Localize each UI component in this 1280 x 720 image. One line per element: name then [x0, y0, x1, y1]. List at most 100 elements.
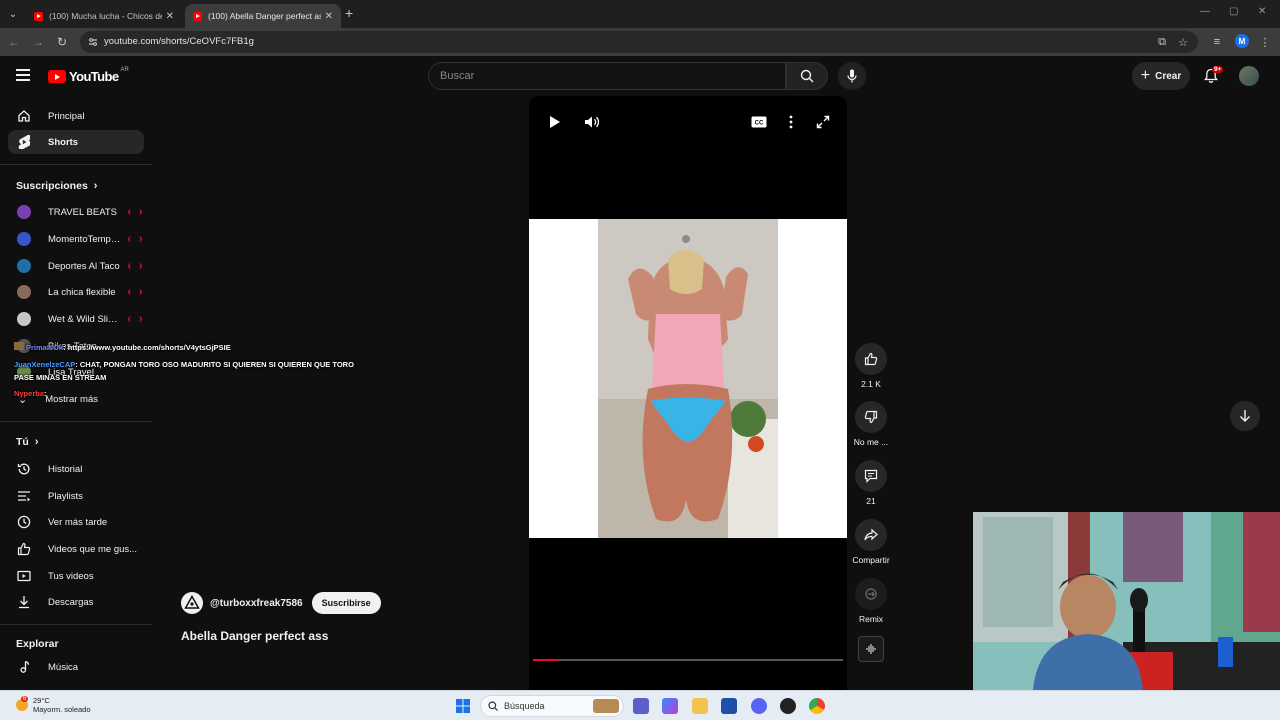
sidebar-item-label: Principal — [48, 110, 85, 122]
webcam-image — [973, 512, 1280, 690]
browser-toolbar: ← → ↻ youtube.com/shorts/CeOVFc7FB1g ⧉ ☆… — [0, 28, 1280, 56]
channel-avatar — [17, 259, 31, 273]
site-info-icon[interactable] — [88, 37, 98, 47]
sidebar-item-historial[interactable]: Historial — [8, 457, 144, 481]
sidebar-item-ver-mas-tarde[interactable]: Ver más tarde — [8, 510, 144, 534]
video-progress-fill — [533, 659, 558, 661]
windows-start-icon[interactable] — [455, 698, 471, 714]
install-app-icon[interactable]: ⧉ — [1155, 35, 1169, 49]
short-title: Abella Danger perfect ass — [181, 629, 329, 643]
forward-icon[interactable]: → — [30, 34, 46, 50]
live-indicator-icon — [128, 289, 142, 295]
chat-username: PrimaIsOk — [26, 343, 64, 352]
search-input[interactable]: Buscar — [428, 62, 786, 90]
remix-button[interactable]: Remix — [850, 578, 892, 624]
channel-avatar[interactable] — [181, 592, 203, 614]
sidebar-item-tus-videos[interactable]: Tus videos — [8, 564, 144, 588]
search-button[interactable] — [786, 62, 828, 90]
new-tab-icon[interactable]: + — [345, 5, 353, 21]
media-control-icon[interactable]: ≡ — [1210, 35, 1224, 49]
copilot-icon[interactable] — [662, 698, 678, 714]
user-avatar[interactable] — [1239, 66, 1259, 86]
address-bar[interactable]: youtube.com/shorts/CeOVFc7FB1g — [80, 31, 1198, 53]
captions-button[interactable]: CC — [750, 113, 768, 131]
video-frame[interactable] — [529, 219, 847, 538]
more-options-button[interactable] — [782, 113, 800, 131]
next-short-button[interactable] — [1230, 401, 1260, 431]
create-label: Crear — [1155, 70, 1182, 82]
weather-widget[interactable]: 6 29°C Mayorm. soleado — [16, 696, 91, 714]
browser-tab-1[interactable]: (100) Mucha lucha - Chicos de ✕ — [26, 4, 182, 28]
sidebar-item-label: Ver más tarde — [48, 516, 108, 528]
teams-icon[interactable] — [633, 698, 649, 714]
search-placeholder: Buscar — [440, 70, 475, 82]
maximize-icon[interactable]: ▢ — [1229, 6, 1238, 17]
reload-icon[interactable]: ↻ — [54, 34, 70, 50]
comments-button[interactable]: 21 — [850, 460, 892, 506]
channel-name: La chica flexible — [48, 286, 116, 298]
sidebar-item-label: Tus videos — [48, 570, 94, 582]
video-progress-bar[interactable] — [533, 659, 843, 661]
file-explorer-icon[interactable] — [692, 698, 708, 714]
sidebar-item-principal[interactable]: Principal — [8, 104, 144, 128]
share-button[interactable]: Compartir — [850, 519, 892, 565]
fullscreen-button[interactable] — [814, 113, 832, 131]
close-tab-icon[interactable]: ✕ — [325, 11, 333, 22]
channel-name: TRAVEL BEATS — [48, 206, 117, 218]
create-button[interactable]: + Crear — [1132, 62, 1190, 90]
audio-button[interactable] — [850, 636, 892, 666]
subscriptions-header[interactable]: Suscripciones › — [16, 180, 97, 192]
discord-icon[interactable] — [751, 698, 767, 714]
channel-name: MomentoTempu... — [48, 233, 122, 245]
sidebar-item-playlists[interactable]: Playlists — [8, 484, 144, 508]
youtube-logo[interactable]: YouTube AR — [48, 67, 129, 84]
sidebar-item-descargas[interactable]: Descargas — [8, 590, 144, 614]
subscription-item[interactable]: La chica flexible — [8, 280, 144, 304]
subscribe-button[interactable]: Suscribirse — [311, 592, 381, 614]
dislike-button[interactable]: No me ... — [850, 401, 892, 447]
minimize-icon[interactable]: — — [1200, 6, 1210, 17]
subscription-item[interactable]: Deportes Al Taco — [8, 254, 144, 278]
chevron-right-icon: › — [34, 436, 39, 448]
channel-name[interactable]: @turboxxfreak7586 — [210, 598, 303, 609]
bookmark-star-icon[interactable]: ☆ — [1176, 35, 1190, 49]
browser-tab-2[interactable]: (100) Abella Danger perfect ass ✕ — [185, 4, 341, 28]
youtube-header: YouTube AR Buscar + Crear 9+ — [0, 56, 1280, 96]
chat-badge-icon — [14, 342, 24, 350]
close-window-icon[interactable]: ✕ — [1258, 6, 1266, 17]
subscription-item[interactable]: Wet & Wild Slides — [8, 307, 144, 331]
notification-badge: 9+ — [1212, 66, 1224, 73]
thumbs-down-icon — [855, 401, 887, 433]
sidebar-divider — [0, 421, 152, 422]
play-button[interactable] — [546, 113, 564, 131]
shorts-player[interactable]: CC — [529, 96, 847, 690]
volume-button[interactable] — [583, 113, 601, 131]
back-icon[interactable]: ← — [6, 34, 22, 50]
stream-chat-overlay: PrimaIsOk: https://www.youtube.com/short… — [14, 341, 359, 400]
youtube-favicon-icon — [34, 11, 43, 21]
close-tab-icon[interactable]: ✕ — [166, 11, 174, 22]
sidebar-item-musica[interactable]: Música — [8, 655, 144, 679]
shorts-icon — [16, 134, 32, 150]
youtube-play-logo-icon — [48, 70, 66, 83]
sidebar-item-liked-videos[interactable]: Videos que me gus... — [8, 537, 144, 561]
tab-search-icon[interactable]: ⌄ — [4, 5, 22, 23]
channel-name: Wet & Wild Slides — [48, 313, 122, 325]
obs-icon[interactable] — [780, 698, 796, 714]
profile-avatar[interactable]: M — [1235, 34, 1249, 48]
subscription-item[interactable]: MomentoTempu... — [8, 227, 144, 251]
hamburger-menu-icon[interactable] — [16, 69, 30, 81]
like-button[interactable]: 2.1 K — [850, 343, 892, 389]
taskbar-search[interactable]: Búsqueda — [480, 695, 624, 717]
search-icon — [488, 701, 498, 711]
chrome-icon[interactable] — [809, 698, 825, 714]
video-icon — [16, 568, 32, 584]
music-icon — [16, 659, 32, 675]
store-icon[interactable] — [721, 698, 737, 714]
channel-name: Deportes Al Taco — [48, 260, 120, 272]
you-header[interactable]: Tú › — [16, 436, 39, 448]
voice-search-button[interactable] — [838, 62, 866, 90]
browser-menu-icon[interactable]: ⋮ — [1258, 35, 1272, 49]
sidebar-item-shorts[interactable]: Shorts — [8, 130, 144, 154]
subscription-item[interactable]: TRAVEL BEATS — [8, 200, 144, 224]
